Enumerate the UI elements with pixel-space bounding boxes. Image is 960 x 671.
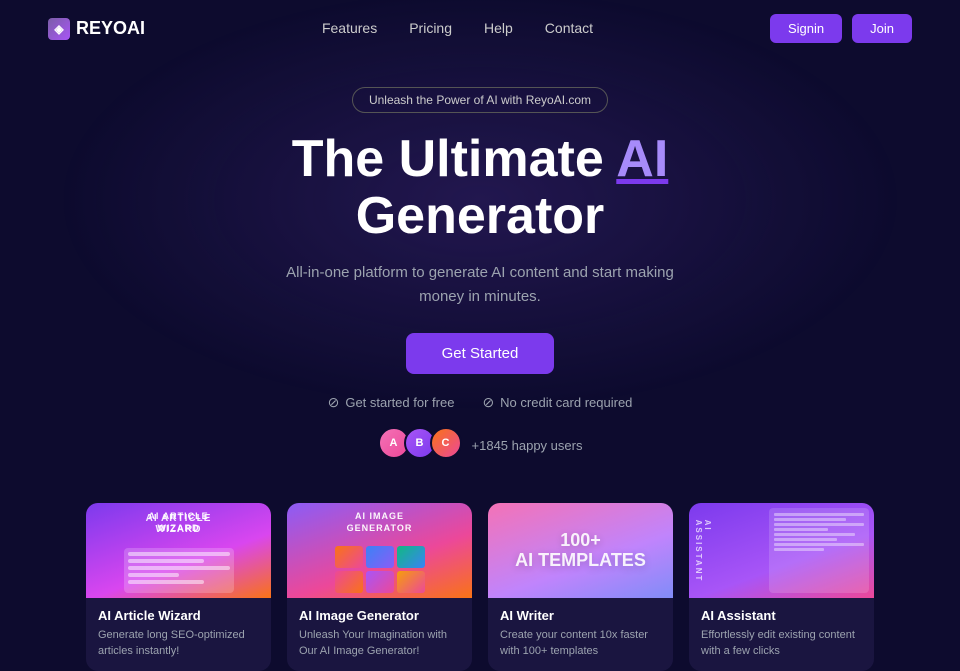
card-image-title-1: AI ARTICLEWIZARD: [86, 511, 271, 534]
card-desc-4: Effortlessly edit existing content with …: [701, 628, 862, 659]
card-name-1: AI Article Wizard: [98, 608, 259, 623]
mini-doc-1: [124, 548, 234, 593]
hero-title-prefix: The Ultimate: [292, 130, 617, 188]
hero-title-suffix: Generator: [356, 187, 605, 245]
check-icon-1: ⊘: [328, 394, 340, 411]
logo-icon: ◈: [48, 18, 70, 40]
nav-links: Features Pricing Help Contact: [322, 20, 593, 38]
card-image-assistant: AI ASSISTANT: [689, 503, 874, 598]
assistant-label: AI ASSISTANT: [694, 520, 712, 583]
card-writer[interactable]: 100+AI TEMPLATES AI Writer Create your c…: [488, 503, 673, 671]
card-image-title-2: AI IMAGEGENERATOR: [287, 511, 472, 534]
card-name-4: AI Assistant: [701, 608, 862, 623]
card-article-wizard[interactable]: AI ARTICLEWIZARD AI Article Wizard Gener…: [86, 503, 271, 671]
nav-item-pricing[interactable]: Pricing: [409, 20, 452, 36]
trust-free: ⊘ Get started for free: [328, 394, 455, 411]
avatars-group: A B C: [378, 427, 462, 459]
card-body-4: AI Assistant Effortlessly edit existing …: [689, 598, 874, 671]
card-image-image-gen: AI IMAGEGENERATOR: [287, 503, 472, 598]
card-image-article-wizard: AI ARTICLEWIZARD: [86, 503, 271, 598]
card-body-2: AI Image Generator Unleash Your Imaginat…: [287, 598, 472, 671]
nav-buttons: Signin Join: [770, 14, 912, 43]
happy-users-text: +1845 happy users: [472, 438, 583, 453]
trust-indicators: ⊘ Get started for free ⊘ No credit card …: [20, 394, 940, 411]
card-body-1: AI Article Wizard Generate long SEO-opti…: [86, 598, 271, 671]
trust-free-label: Get started for free: [345, 395, 454, 410]
cta-button[interactable]: Get Started: [406, 333, 555, 374]
logo[interactable]: ◈ REYOAI: [48, 18, 145, 40]
card-desc-1: Generate long SEO-optimized articles ins…: [98, 628, 259, 659]
assistant-doc: [769, 508, 869, 593]
card-image-generator[interactable]: AI IMAGEGENERATOR AI Image Generator Unl…: [287, 503, 472, 671]
card-desc-3: Create your content 10x faster with 100+…: [500, 628, 661, 659]
img-grid: [335, 546, 425, 593]
signin-button[interactable]: Signin: [770, 14, 842, 43]
check-icon-2: ⊘: [482, 394, 494, 411]
card-name-3: AI Writer: [500, 608, 661, 623]
trust-no-card-label: No credit card required: [500, 395, 632, 410]
avatar-3: C: [430, 427, 462, 459]
trust-no-card: ⊘ No credit card required: [482, 394, 632, 411]
card-assistant[interactable]: AI ASSISTANT AI Assistant Effortlessly e…: [689, 503, 874, 671]
hero-title-highlight: AI: [616, 130, 668, 188]
hero-badge: Unleash the Power of AI with ReyoAI.com: [352, 87, 608, 113]
hero-subtitle: All-in-one platform to generate AI conte…: [20, 261, 940, 309]
logo-text: REYOAI: [76, 18, 145, 39]
card-name-2: AI Image Generator: [299, 608, 460, 623]
card-image-writer: 100+AI TEMPLATES: [488, 503, 673, 598]
join-button[interactable]: Join: [852, 14, 912, 43]
card-body-3: AI Writer Create your content 10x faster…: [488, 598, 673, 671]
card-desc-2: Unleash Your Imagination with Our AI Ima…: [299, 628, 460, 659]
writer-text: 100+AI TEMPLATES: [515, 531, 646, 571]
navbar: ◈ REYOAI Features Pricing Help Contact S…: [0, 0, 960, 57]
nav-item-features[interactable]: Features: [322, 20, 377, 36]
hero-title: The Ultimate AI Generator: [20, 131, 940, 245]
nav-item-contact[interactable]: Contact: [545, 20, 593, 36]
hero-section: Unleash the Power of AI with ReyoAI.com …: [0, 57, 960, 483]
happy-users-row: A B C +1845 happy users: [20, 427, 940, 463]
product-cards: AI ARTICLEWIZARD AI Article Wizard Gener…: [0, 483, 960, 671]
nav-item-help[interactable]: Help: [484, 20, 513, 36]
